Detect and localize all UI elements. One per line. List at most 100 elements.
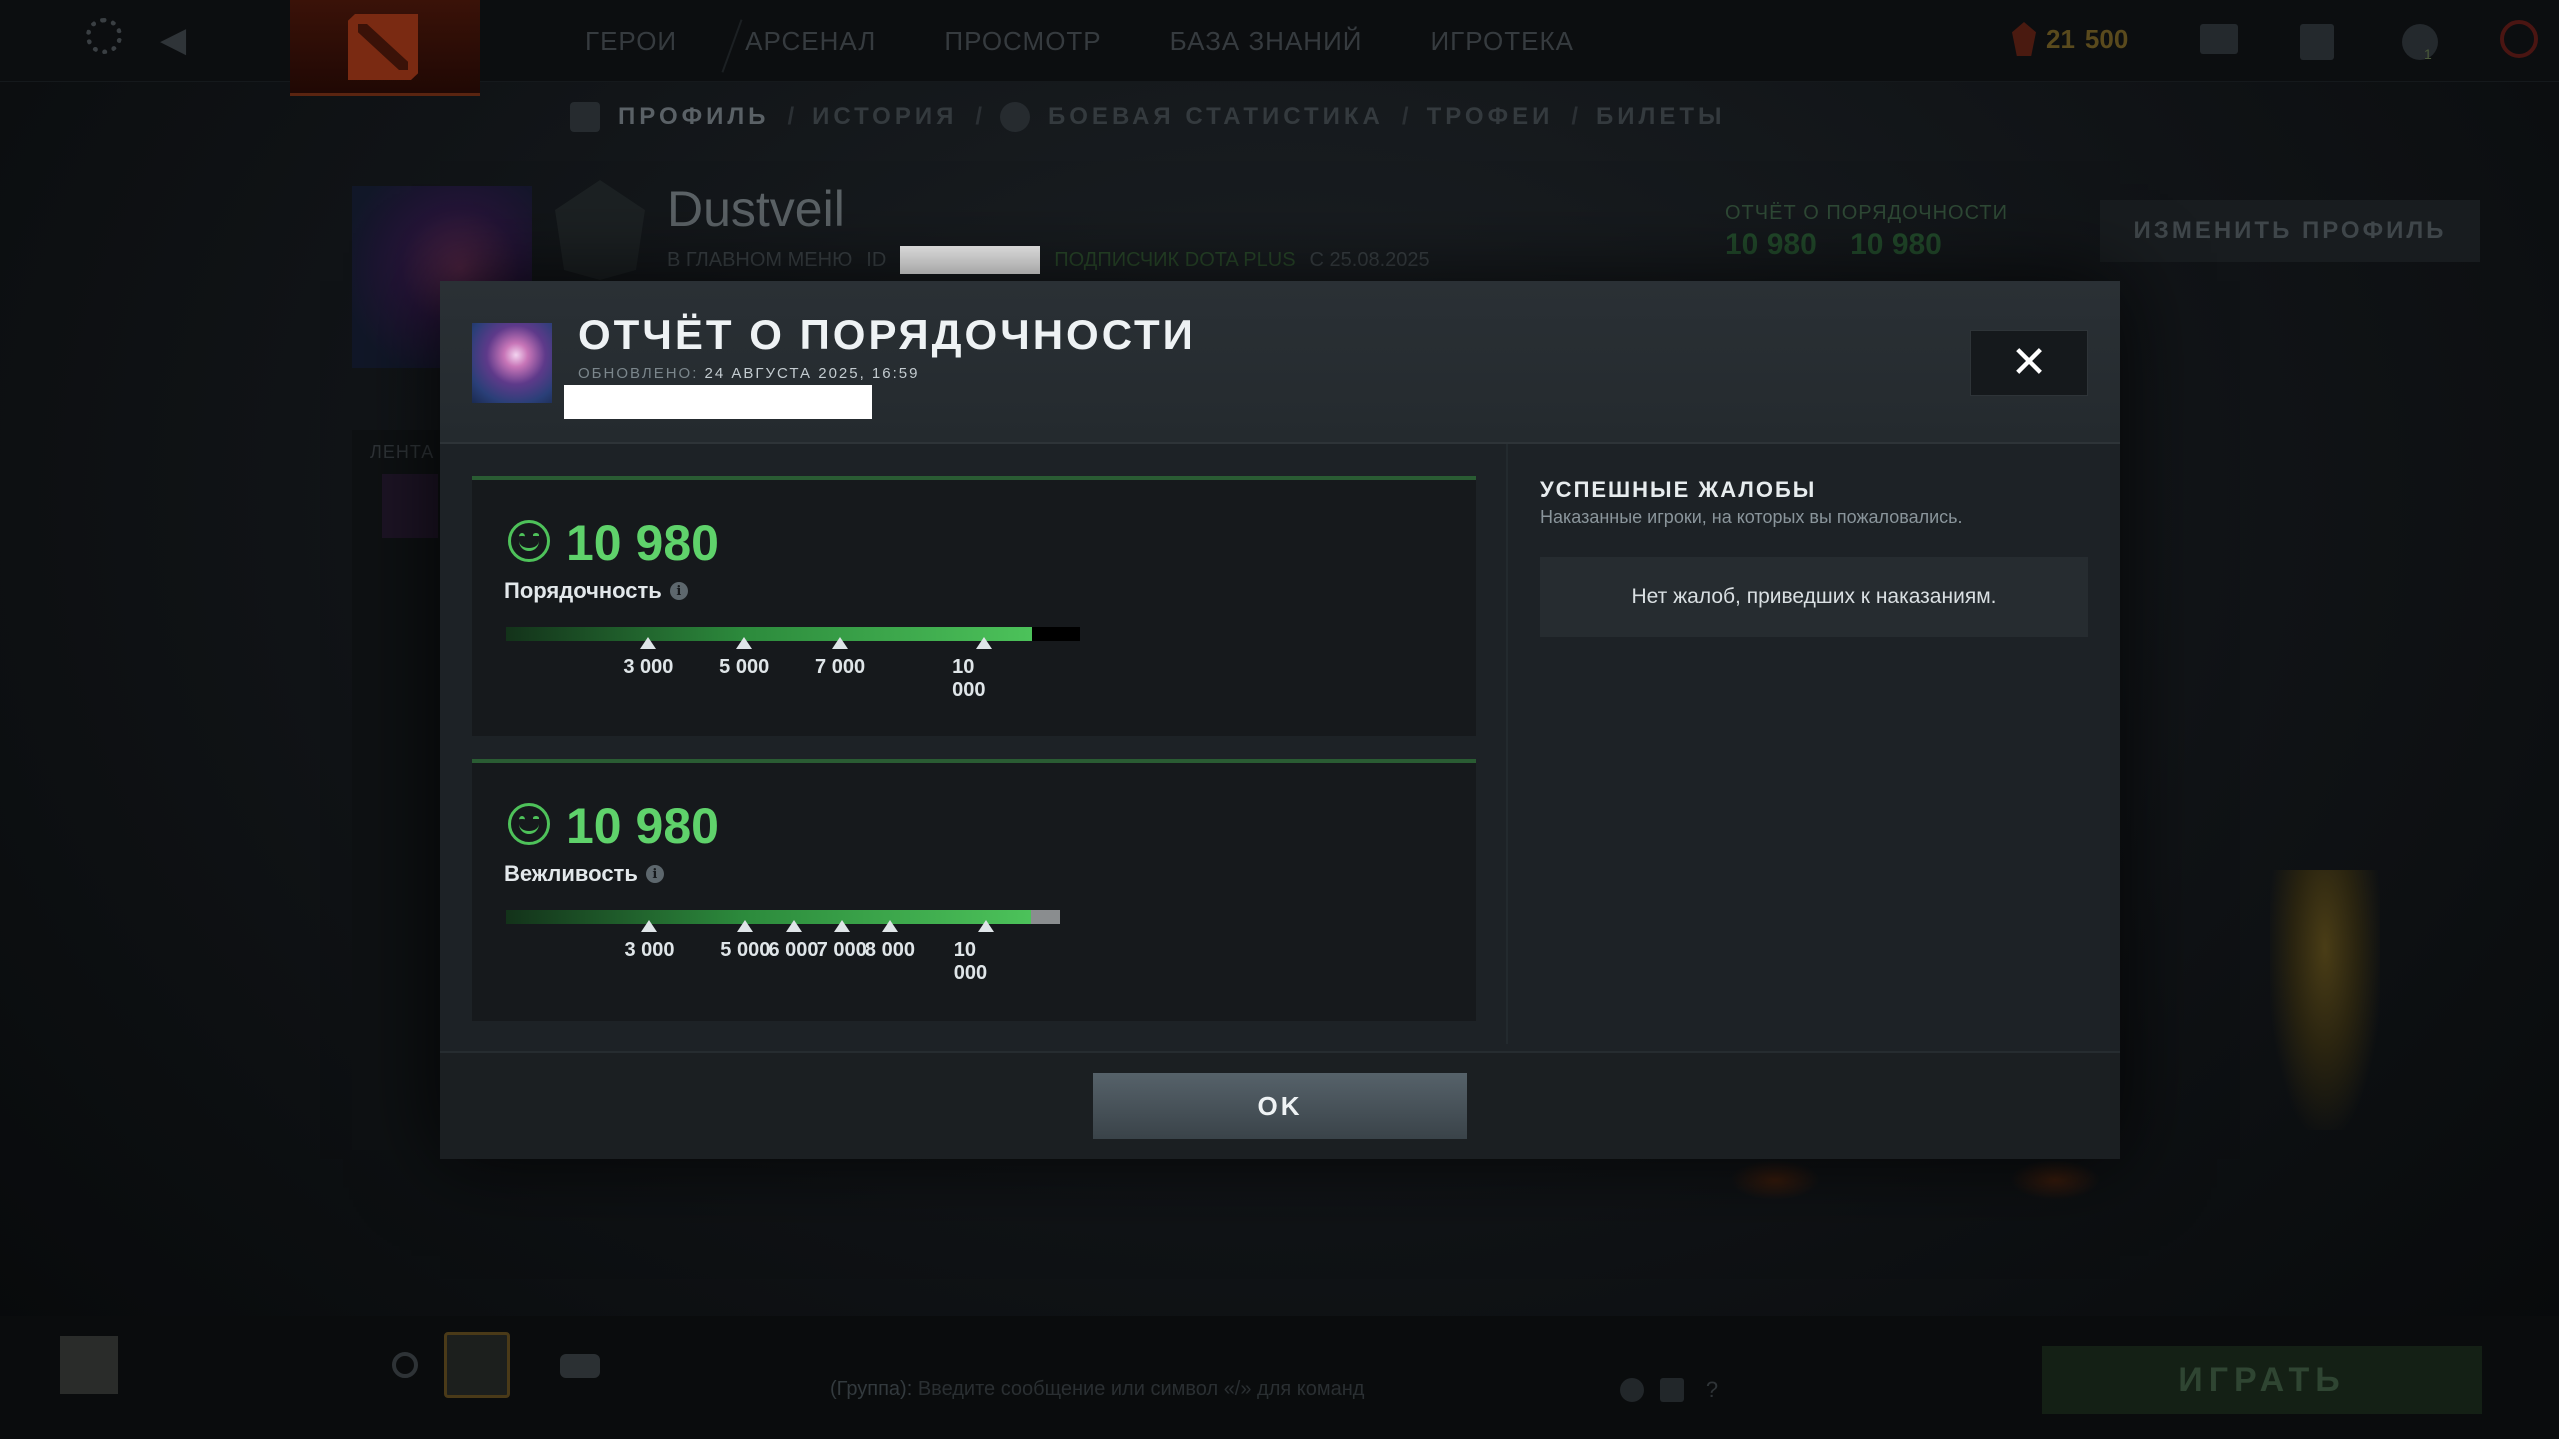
behavior-progress-fill: [506, 910, 1032, 924]
updated-timestamp: ОБНОВЛЕНО: 24 АВГУСТА 2025, 16:59: [578, 365, 919, 382]
notification-count: 1: [2424, 46, 2432, 62]
conduct-score: 10 980: [566, 515, 719, 571]
voice-chat-icon[interactable]: [392, 1352, 418, 1378]
nav-arsenal[interactable]: АРСЕНАЛ: [745, 26, 876, 57]
feed-label: ЛЕНТА: [370, 442, 435, 462]
tab-trophies[interactable]: ТРОФЕИ: [1427, 103, 1554, 131]
power-icon[interactable]: [2500, 20, 2538, 58]
conduct-progress-bar: [506, 627, 1080, 641]
back-arrow-icon[interactable]: ◀: [160, 20, 186, 60]
profile-status: В ГЛАВНОМ МЕНЮ: [667, 248, 853, 271]
tick-label: 10 000: [952, 656, 986, 701]
plus-stats-icon: [1000, 102, 1031, 132]
top-bar: ◀ ГЕРОИ АРСЕНАЛ ПРОСМОТР БАЗА ЗНАНИЙ ИГР…: [0, 0, 2559, 96]
tick-marker: [737, 920, 754, 932]
party-avatar[interactable]: [60, 1336, 118, 1394]
tab-battle-stats[interactable]: БОЕВАЯ СТАТИСТИКА: [1048, 103, 1384, 131]
behavior-label: Вежливость i: [504, 861, 664, 887]
dota-plus-subscriber: ПОДПИСЧИК DOTA PLUS: [1054, 248, 1296, 271]
ok-button[interactable]: OK: [1093, 1073, 1467, 1139]
successful-reports-title: УСПЕШНЫЕ ЖАЛОБЫ: [1540, 477, 1817, 502]
tick-marker: [832, 637, 849, 649]
party-icon[interactable]: [560, 1354, 600, 1378]
hero-model: [2270, 870, 2380, 1130]
screenshot-icon[interactable]: [1660, 1378, 1684, 1402]
conduct-summary-values: 10 980 10 980: [1725, 228, 1942, 262]
nav-divider: [721, 19, 743, 73]
profile-meta: В ГЛАВНОМ МЕНЮ ID ПОДПИСЧИК DOTA PLUS С …: [667, 246, 1430, 274]
info-icon[interactable]: i: [669, 582, 688, 600]
currency[interactable]: 21 500: [2012, 22, 2128, 56]
modal-divider: [1506, 444, 1508, 1044]
updated-value: 24 АВГУСТА 2025, 16:59: [704, 365, 920, 382]
tick-marker: [881, 920, 898, 932]
tab-profile[interactable]: ПРОФИЛЬ: [618, 103, 769, 131]
conduct-label-text: Порядочность: [504, 578, 662, 603]
subscriber-since: С 25.08.2025: [1309, 248, 1430, 271]
behavior-score: 10 980: [566, 798, 719, 854]
help-icon[interactable]: ?: [1700, 1378, 1724, 1402]
tick-label: 5 000: [719, 656, 770, 678]
tick-marker: [640, 637, 657, 649]
tick-label: 8 000: [864, 939, 915, 961]
play-button[interactable]: ИГРАТЬ: [2042, 1346, 2482, 1414]
behavior-summary-value: 10 980: [1850, 228, 1942, 261]
tick-label: 10 000: [953, 939, 988, 984]
feed-panel: [352, 430, 442, 1150]
nav-heroes[interactable]: ГЕРОИ: [585, 26, 677, 57]
nav-knowledge-base[interactable]: БАЗА ЗНАНИЙ: [1170, 26, 1363, 57]
subnav-sep: /: [1571, 103, 1578, 130]
conduct-summary-label[interactable]: ОТЧЁТ О ПОРЯДОЧНОСТИ: [1725, 202, 2008, 225]
nav-watch[interactable]: ПРОСМОТР: [944, 26, 1101, 57]
successful-reports-subtitle: Наказанные игроки, на которых вы пожалов…: [1540, 507, 1963, 527]
conduct-score-card: 10 980 Порядочность i 3 000 5 000 7 000 10 0…: [472, 476, 1476, 736]
dota-logo-button[interactable]: [290, 0, 480, 96]
chat-channel: (Группа):: [830, 1378, 913, 1400]
profile-name: Dustveil: [667, 181, 845, 237]
conduct-label: Порядочность i: [504, 578, 688, 604]
main-nav: ГЕРОИ АРСЕНАЛ ПРОСМОТР БАЗА ЗНАНИЙ ИГРОТ…: [585, 19, 1642, 73]
scenery: [1730, 1160, 1820, 1200]
behavior-label-text: Вежливость: [504, 861, 638, 886]
nav-arcade[interactable]: ИГРОТЕКА: [1430, 26, 1573, 57]
tick-marker: [785, 920, 802, 932]
subnav-sep: /: [787, 103, 795, 130]
smiley-icon: [508, 520, 550, 562]
tab-tickets[interactable]: БИЛЕТЫ: [1596, 103, 1726, 131]
no-reports-message: Нет жалоб, приведших к наказаниям.: [1540, 557, 2088, 637]
tick-marker: [977, 920, 994, 932]
tab-history[interactable]: ИСТОРИЯ: [812, 103, 957, 131]
scenery: [2010, 1160, 2100, 1200]
settings-gear-icon[interactable]: [86, 18, 122, 54]
subnav-sep: /: [1401, 103, 1409, 130]
emoji-icon[interactable]: [1620, 1378, 1644, 1402]
tick-marker: [976, 637, 993, 649]
dota-plus-icon[interactable]: 1: [2402, 24, 2438, 62]
info-icon[interactable]: i: [645, 865, 664, 883]
modal-footer: OK: [440, 1051, 2120, 1159]
currency-b: 500: [2084, 23, 2129, 54]
redacted-name: [564, 385, 872, 419]
conduct-report-modal: ОТЧЁТ О ПОРЯДОЧНОСТИ ОБНОВЛЕНО: 24 АВГУС…: [440, 281, 2120, 1159]
subnav-sep: /: [975, 103, 983, 130]
tick-marker: [736, 637, 753, 649]
dota-logo-icon: [348, 14, 418, 80]
profile-tab-icon: [570, 102, 600, 132]
steam-id-label: ID: [866, 248, 887, 271]
conduct-progress-fill: [506, 627, 1032, 641]
close-button[interactable]: ✕: [1970, 330, 2088, 396]
conduct-summary-value: 10 980: [1725, 228, 1817, 261]
edit-profile-button[interactable]: ИЗМЕНИТЬ ПРОФИЛЬ: [2100, 200, 2480, 262]
modal-title: ОТЧЁТ О ПОРЯДОЧНОСТИ: [578, 311, 1196, 358]
modal-header: ОТЧЁТ О ПОРЯДОЧНОСТИ ОБНОВЛЕНО: 24 АВГУС…: [440, 281, 2120, 444]
player-avatar: [472, 323, 552, 403]
behavior-score-card: 10 980 Вежливость i 3 000 5 000 6 000 7 000…: [472, 759, 1476, 1021]
mail-icon[interactable]: [2200, 24, 2238, 54]
currency-a: 21: [2046, 23, 2075, 54]
feed-thumbnail[interactable]: [382, 474, 438, 538]
chat-input[interactable]: (Группа): Введите сообщение или символ «…: [830, 1378, 1364, 1401]
guild-icon[interactable]: [444, 1332, 510, 1398]
tick-label: 7 000: [815, 656, 866, 678]
chat-placeholder: Введите сообщение или символ «/» для ком…: [917, 1378, 1365, 1400]
armory-icon[interactable]: [2300, 24, 2334, 60]
